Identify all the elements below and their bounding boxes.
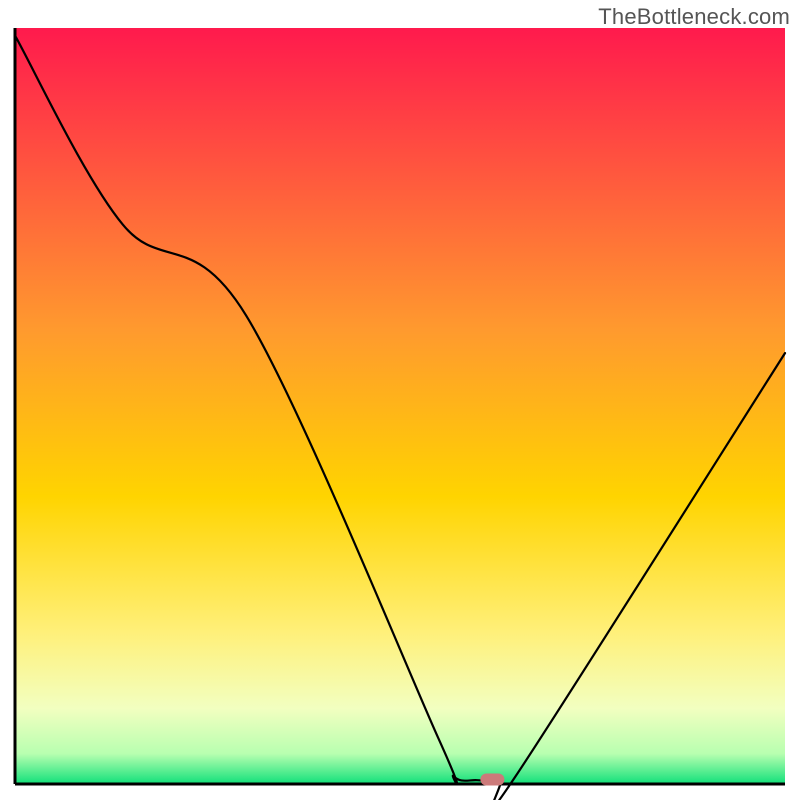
bottleneck-chart bbox=[0, 0, 800, 800]
optimal-marker bbox=[480, 774, 504, 786]
plot-background bbox=[15, 28, 785, 784]
watermark-label: TheBottleneck.com bbox=[598, 4, 790, 30]
chart-frame: TheBottleneck.com bbox=[0, 0, 800, 800]
